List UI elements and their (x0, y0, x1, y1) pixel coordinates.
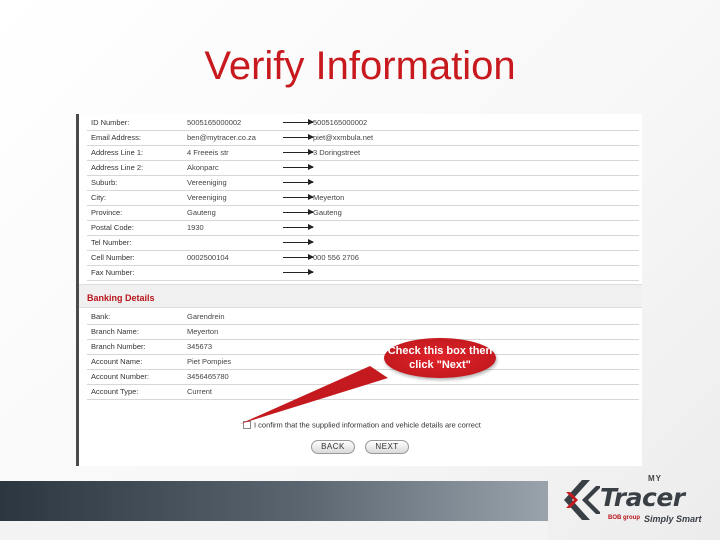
field-value: Gauteng (187, 208, 216, 217)
tracer-chevron-icon (564, 480, 600, 520)
field-value: 1930 (187, 223, 204, 232)
updated-value: Meyerton (313, 193, 345, 202)
table-row: Tel Number: (87, 236, 639, 251)
right-arrow-icon (283, 164, 314, 170)
table-row: Province: Gauteng Gauteng (87, 206, 639, 221)
field-label: Bank: (91, 312, 111, 321)
field-label: Address Line 2: (91, 163, 144, 172)
table-row: Cell Number: 0002500104 000 556 2706 (87, 251, 639, 266)
next-button[interactable]: NEXT (365, 440, 409, 454)
field-value: 3456465780 (187, 372, 229, 381)
field-value: Vereeniging (187, 193, 227, 202)
instruction-callout: Check this box then click "Next" (384, 338, 496, 378)
field-value: Akonparc (187, 163, 219, 172)
field-value: Current (187, 387, 213, 396)
field-label: Suburb: (91, 178, 118, 187)
field-label: Tel Number: (91, 238, 132, 247)
right-arrow-icon (283, 179, 314, 185)
callout-line-1: Check this box then (387, 345, 493, 357)
field-label: Account Name: (91, 357, 143, 366)
slide-title: Verify Information (204, 44, 516, 88)
field-value: Vereeniging (187, 178, 227, 187)
field-value: 5005165000002 (187, 118, 242, 127)
banking-heading: Banking Details (87, 293, 155, 303)
right-arrow-icon (283, 254, 314, 260)
table-row: Postal Code: 1930 (87, 221, 639, 236)
field-value: 0002500104 (187, 253, 229, 262)
field-value: 345673 (187, 342, 213, 351)
callout-line-2: click "Next" (409, 359, 471, 371)
table-row: Branch Name: Meyerton (87, 325, 639, 340)
table-row: Address Line 1: 4 Freeeis str 3 Doringstre… (87, 146, 639, 161)
field-label: Fax Number: (91, 268, 135, 277)
logo-tagline: Simply Smart (644, 514, 702, 524)
banking-section-header: Banking Details (79, 284, 642, 308)
table-row: Address Line 2: Akonparc (87, 161, 639, 176)
updated-value: 3 Doringstreet (313, 148, 361, 157)
table-row: City: Vereeniging Meyerton (87, 191, 639, 206)
personal-details-table: ID Number: 5005165000002 5005165000002 Emai… (87, 116, 639, 281)
callout-pointer (240, 366, 388, 424)
mytracer-logo: MY Tracer BOB group Simply Smart (556, 474, 706, 534)
field-label: ID Number: (91, 118, 130, 127)
field-label: Address Line 1: (91, 148, 144, 157)
field-value: 4 Freeeis str (187, 148, 229, 157)
field-value: Piet Pompies (187, 357, 232, 366)
right-arrow-icon (283, 134, 314, 140)
updated-value: 000 556 2706 (313, 253, 359, 262)
field-label: Account Type: (91, 387, 139, 396)
field-label: Branch Name: (91, 327, 139, 336)
table-row: Branch Number: 345673 (87, 340, 639, 355)
table-row: Suburb: Vereeniging (87, 176, 639, 191)
updated-value: 5005165000002 (313, 118, 368, 127)
right-arrow-icon (283, 224, 314, 230)
updated-value: Gauteng (313, 208, 342, 217)
field-label: Cell Number: (91, 253, 135, 262)
back-button[interactable]: BACK (311, 440, 355, 454)
field-label: City: (91, 193, 106, 202)
field-value: ben@mytracer.co.za (187, 133, 256, 142)
footer-bar (0, 481, 548, 521)
right-arrow-icon (283, 194, 314, 200)
logo-my-text: MY (648, 474, 662, 483)
right-arrow-icon (283, 269, 314, 275)
field-value: Meyerton (187, 327, 219, 336)
field-label: Postal Code: (91, 223, 134, 232)
logo-wordmark: Tracer (600, 483, 685, 512)
field-label: Province: (91, 208, 123, 217)
right-arrow-icon (283, 239, 314, 245)
table-row: Email Address: ben@mytracer.co.za piet@xxm… (87, 131, 639, 146)
field-label: Branch Number: (91, 342, 146, 351)
logo-group-text: BOB group (608, 515, 640, 521)
field-label: Account Number: (91, 372, 149, 381)
table-row: Bank: Garendrein (87, 310, 639, 325)
table-row: Fax Number: (87, 266, 639, 281)
table-row: ID Number: 5005165000002 5005165000002 (87, 116, 639, 131)
field-label: Email Address: (91, 133, 142, 142)
right-arrow-icon (283, 119, 314, 125)
updated-value: piet@xxmbula.net (313, 133, 374, 142)
field-value: Garendrein (187, 312, 225, 321)
footer-strip (0, 521, 548, 540)
right-arrow-icon (283, 209, 314, 215)
right-arrow-icon (283, 149, 314, 155)
